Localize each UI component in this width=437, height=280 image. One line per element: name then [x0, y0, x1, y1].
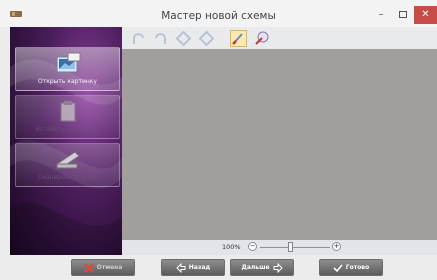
- undo-button[interactable]: [130, 30, 147, 47]
- zoom-slider-thumb[interactable]: [288, 242, 293, 252]
- rotate-left-button[interactable]: [175, 30, 192, 47]
- redo-button[interactable]: [152, 30, 169, 47]
- next-button[interactable]: Дальше: [230, 259, 294, 276]
- rotate-right-button[interactable]: [198, 30, 215, 47]
- zoom-out-button[interactable]: −: [248, 242, 257, 251]
- maximize-icon: [399, 11, 407, 18]
- sidebar-item-paste-clipboard[interactable]: Вставить из буфера: [15, 95, 120, 139]
- cancel-label: Отмена: [96, 264, 123, 271]
- back-label: Назад: [188, 264, 211, 271]
- done-label: Готово: [345, 264, 370, 271]
- sidebar-item-scan-photo[interactable]: Сканировать фото: [15, 143, 120, 187]
- back-button[interactable]: Назад: [161, 259, 225, 276]
- image-canvas[interactable]: [122, 49, 437, 240]
- sidebar-item-label: Открыть картинку: [38, 78, 97, 85]
- zoom-value: 100%: [222, 243, 241, 251]
- zoom-bar: 100% − +: [122, 240, 437, 255]
- rotate-right-icon: [198, 30, 215, 47]
- redo-icon: [155, 33, 166, 44]
- wizard-window: Мастер новой схемы – ✕ Открыть картинку: [0, 0, 437, 280]
- close-button[interactable]: ✕: [414, 6, 437, 24]
- sidebar-item-open-picture[interactable]: Открыть картинку: [15, 47, 120, 91]
- title-bar: Мастер новой схемы – ✕: [0, 0, 437, 27]
- crop-tool-button[interactable]: [230, 30, 247, 47]
- zoom-slider-track[interactable]: [260, 247, 330, 248]
- arrow-right-icon: [273, 262, 283, 273]
- undo-icon: [133, 33, 144, 44]
- cancel-x-icon: [83, 262, 94, 273]
- checkmark-icon: [333, 263, 343, 272]
- scanner-icon: [56, 151, 80, 169]
- footer-bar: Отмена Назад Дальше Готово: [0, 255, 437, 280]
- color-pick-button[interactable]: [253, 30, 270, 47]
- arrow-left-icon: [176, 262, 186, 273]
- edit-toolbar: [122, 27, 437, 49]
- zoom-in-button[interactable]: +: [332, 242, 341, 251]
- maximize-button[interactable]: [392, 6, 414, 24]
- next-label: Дальше: [241, 264, 270, 271]
- close-icon: ✕: [421, 9, 430, 20]
- rotate-left-icon: [175, 30, 192, 47]
- sidebar-item-label: Вставить из буфера: [35, 126, 100, 133]
- clipboard-icon: [60, 101, 76, 122]
- source-panel: Открыть картинку Вставить из буфера Скан…: [10, 27, 122, 255]
- done-button[interactable]: Готово: [319, 259, 383, 276]
- minimize-icon: –: [378, 9, 384, 20]
- crop-pen-icon: [232, 33, 243, 45]
- eyedropper-icon: [255, 31, 269, 45]
- open-picture-icon: [56, 52, 81, 73]
- sidebar-item-label: Сканировать фото: [38, 174, 97, 181]
- cancel-button[interactable]: Отмена: [71, 259, 135, 276]
- minimize-button[interactable]: –: [370, 6, 392, 24]
